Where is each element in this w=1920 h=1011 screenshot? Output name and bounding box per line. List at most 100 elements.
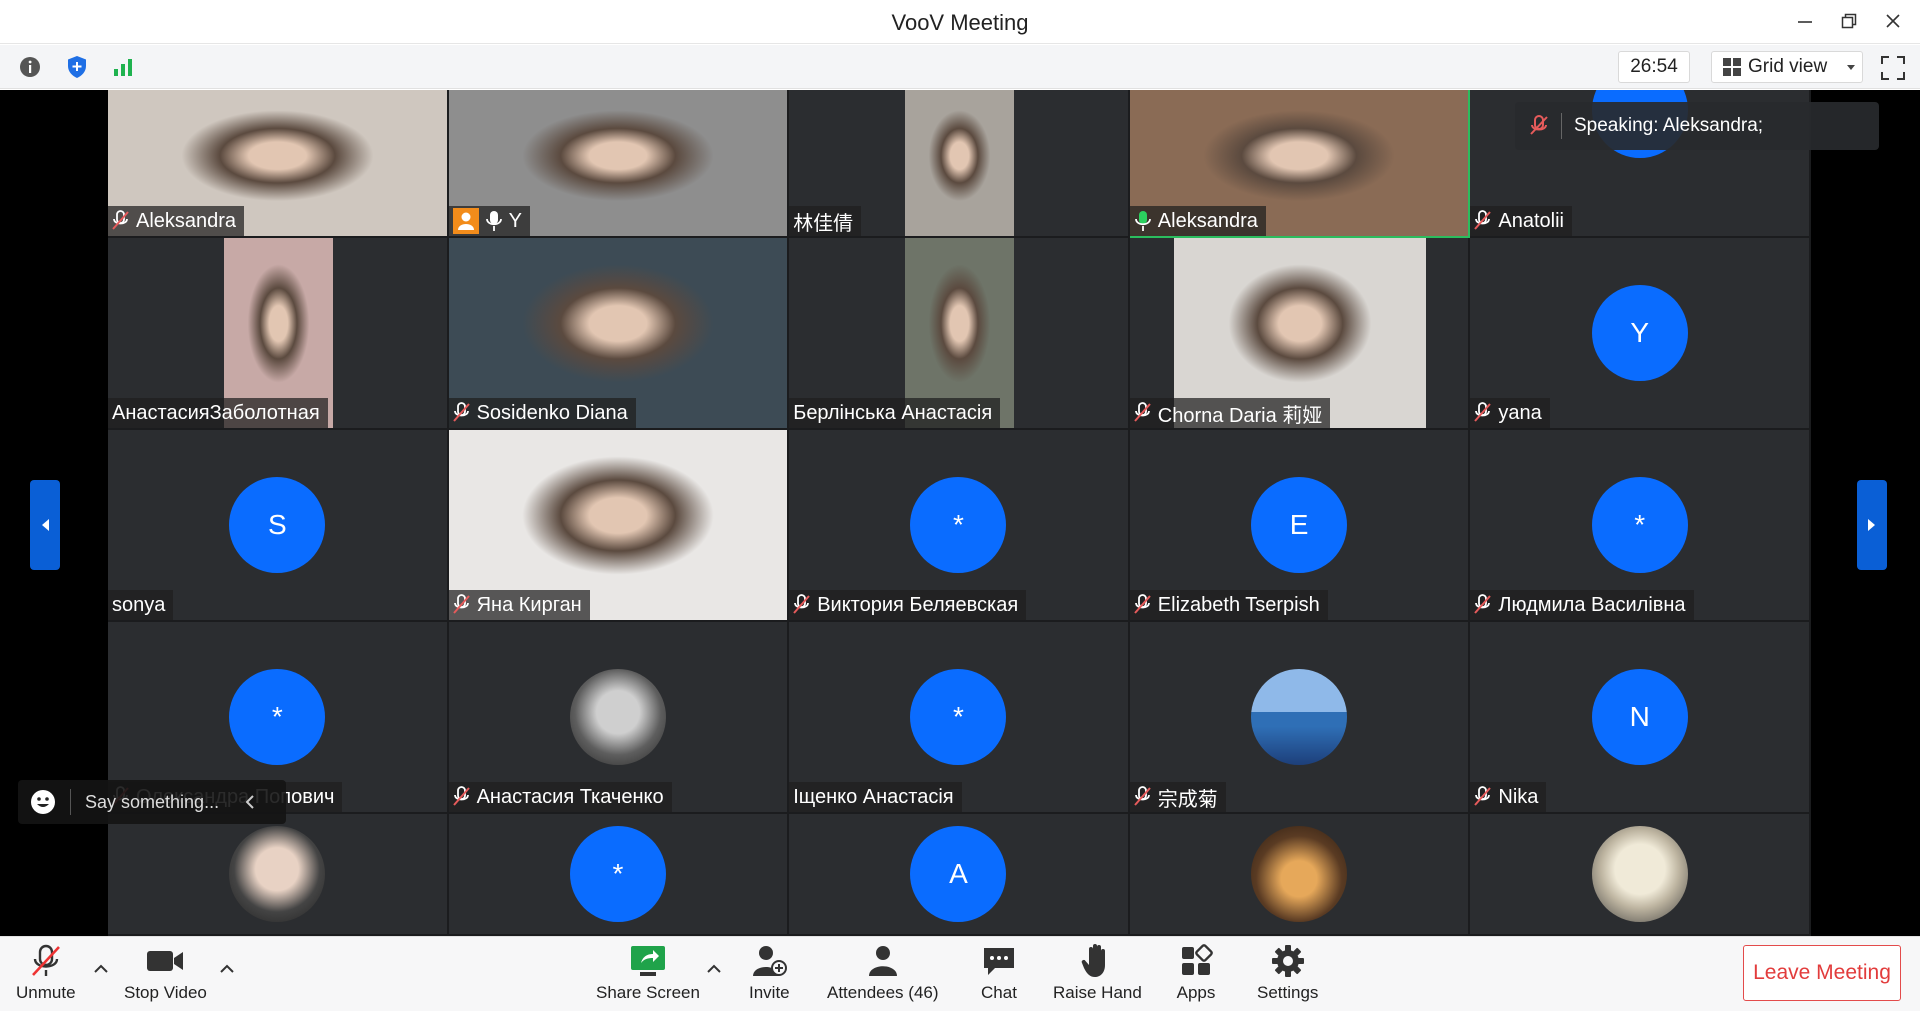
participant-nameplate: Aleksandra — [108, 206, 245, 236]
participant-tile[interactable]: 宗成菊 — [1129, 622, 1471, 814]
previous-page-button[interactable] — [30, 480, 60, 570]
stop-video-button[interactable]: Stop Video — [124, 943, 207, 1003]
participant-nameplate: yana — [1470, 398, 1550, 428]
raise-hand-button[interactable]: Raise Hand — [1053, 943, 1142, 1003]
restore-button[interactable] — [1836, 8, 1862, 34]
title-bar: VooV Meeting — [0, 0, 1920, 44]
participant-name: Nika — [1498, 785, 1539, 808]
avatar — [229, 826, 326, 922]
participant-tile[interactable] — [108, 814, 449, 936]
avatar — [569, 669, 666, 765]
participant-nameplate: Aleksandra — [1129, 206, 1266, 236]
info-icon — [20, 57, 40, 77]
participant-nameplate: 宗成菊 — [1129, 782, 1226, 812]
mic-off-icon — [1474, 402, 1492, 422]
emoji-icon[interactable] — [30, 789, 56, 815]
participant-tile[interactable]: Анастасия Ткаченко — [448, 622, 790, 814]
chat-bubble-icon — [984, 948, 1014, 975]
share-screen-icon — [630, 946, 665, 976]
mic-off-icon — [31, 944, 60, 976]
view-mode-dropdown[interactable]: Grid view — [1711, 51, 1863, 83]
chat-button[interactable]: Chat — [979, 943, 1019, 1003]
meeting-toolbar: 26:54 Grid view — [0, 45, 1920, 89]
quick-chat-bar[interactable]: Say something... — [18, 780, 286, 824]
chevron-up-icon[interactable] — [706, 961, 722, 977]
participant-tile[interactable]: Chorna Daria 莉娅 — [1129, 238, 1471, 430]
participant-nameplate: АнастасияЗаболотная — [108, 398, 328, 428]
chevron-left-icon — [42, 519, 49, 531]
participant-tile[interactable]: Ssonya — [108, 430, 449, 622]
participant-tile[interactable]: Aleksandra — [1129, 90, 1471, 238]
participant-tile[interactable]: Y — [448, 90, 790, 238]
next-page-button[interactable] — [1857, 480, 1887, 570]
attendees-label: Attendees (46) — [827, 983, 939, 1002]
participant-tile[interactable]: АнастасияЗаболотная — [108, 238, 449, 430]
attendees-button[interactable]: Attendees (46) — [827, 943, 939, 1003]
participant-tile[interactable]: * Іщенко Анастасія — [789, 622, 1130, 814]
chat-divider — [70, 789, 71, 815]
participant-nameplate: Nika — [1470, 782, 1547, 812]
apps-button[interactable]: Apps — [1176, 943, 1216, 1003]
settings-button[interactable]: Settings — [1257, 943, 1318, 1003]
meeting-info-button[interactable] — [16, 53, 44, 81]
chevron-left-icon[interactable] — [245, 795, 255, 809]
unmute-label: Unmute — [16, 983, 76, 1002]
security-button[interactable] — [63, 53, 91, 81]
participant-tile[interactable]: N Nika — [1470, 622, 1811, 814]
host-badge-icon — [452, 208, 479, 234]
avatar: * — [910, 669, 1007, 765]
participant-grid: Aleksandra Y 林佳倩 Aleksandra Anatolii Анастаси… — [108, 90, 1811, 936]
fullscreen-icon — [1881, 56, 1905, 80]
network-signal-button[interactable] — [109, 53, 137, 81]
participant-tile[interactable]: Aleksandra — [108, 90, 449, 238]
mic-off-icon — [1474, 786, 1492, 806]
participant-tile[interactable]: Yyana — [1470, 238, 1811, 430]
hand-icon — [1082, 944, 1106, 977]
participant-nameplate: Chorna Daria 莉娅 — [1129, 398, 1331, 428]
avatar: * — [229, 669, 326, 765]
share-screen-button[interactable]: Share Screen — [596, 943, 700, 1003]
shield-icon — [68, 56, 86, 78]
participant-nameplate: 林佳倩 — [789, 206, 862, 236]
window-controls — [1792, 8, 1906, 34]
participant-tile[interactable]: A — [789, 814, 1130, 936]
participant-nameplate: Людмила Василівна — [1470, 590, 1694, 620]
leave-meeting-button[interactable]: Leave Meeting — [1743, 945, 1901, 1001]
close-button[interactable] — [1880, 8, 1906, 34]
speaking-divider — [1561, 113, 1562, 139]
participant-tile[interactable]: Яна Кирган — [448, 430, 790, 622]
chevron-up-icon[interactable] — [219, 961, 235, 977]
chat-input[interactable]: Say something... — [85, 792, 219, 813]
participant-nameplate: Яна Кирган — [448, 590, 590, 620]
participant-tile[interactable] — [1129, 814, 1471, 936]
avatar: A — [910, 826, 1007, 922]
participant-nameplate: Виктория Беляевская — [789, 590, 1027, 620]
participant-tile[interactable]: Берлінська Анастасія — [789, 238, 1130, 430]
minimize-button[interactable] — [1792, 8, 1818, 34]
participant-tile[interactable]: * — [448, 814, 790, 936]
minimize-icon — [1798, 21, 1812, 23]
mic-icon — [485, 211, 502, 231]
meeting-timer: 26:54 — [1618, 51, 1690, 83]
participant-name: Y — [508, 209, 522, 232]
participant-tile[interactable]: * Виктория Беляевская — [789, 430, 1130, 622]
invite-label: Invite — [749, 983, 790, 1002]
participant-name: Chorna Daria 莉娅 — [1157, 404, 1323, 427]
unmute-button[interactable]: Unmute — [16, 943, 76, 1003]
participant-nameplate: Y — [448, 206, 530, 236]
invite-button[interactable]: Invite — [749, 943, 790, 1003]
participant-tile[interactable] — [1470, 814, 1811, 936]
participant-tile[interactable]: Sosidenko Diana — [448, 238, 790, 430]
restore-icon — [1841, 13, 1857, 29]
chevron-right-icon — [1868, 519, 1875, 531]
participant-nameplate: Elizabeth Tserpish — [1129, 590, 1328, 620]
participant-tile[interactable]: E Elizabeth Tserpish — [1129, 430, 1471, 622]
participant-name: 宗成菊 — [1157, 788, 1218, 811]
mic-off-icon — [793, 594, 810, 614]
chevron-up-icon[interactable] — [93, 961, 109, 977]
participant-name: Виктория Беляевская — [817, 593, 1019, 616]
fullscreen-button[interactable] — [1880, 55, 1906, 81]
participant-tile[interactable]: * Людмила Василівна — [1470, 430, 1811, 622]
mic-off-icon — [1134, 786, 1151, 806]
participant-tile[interactable]: 林佳倩 — [789, 90, 1130, 238]
